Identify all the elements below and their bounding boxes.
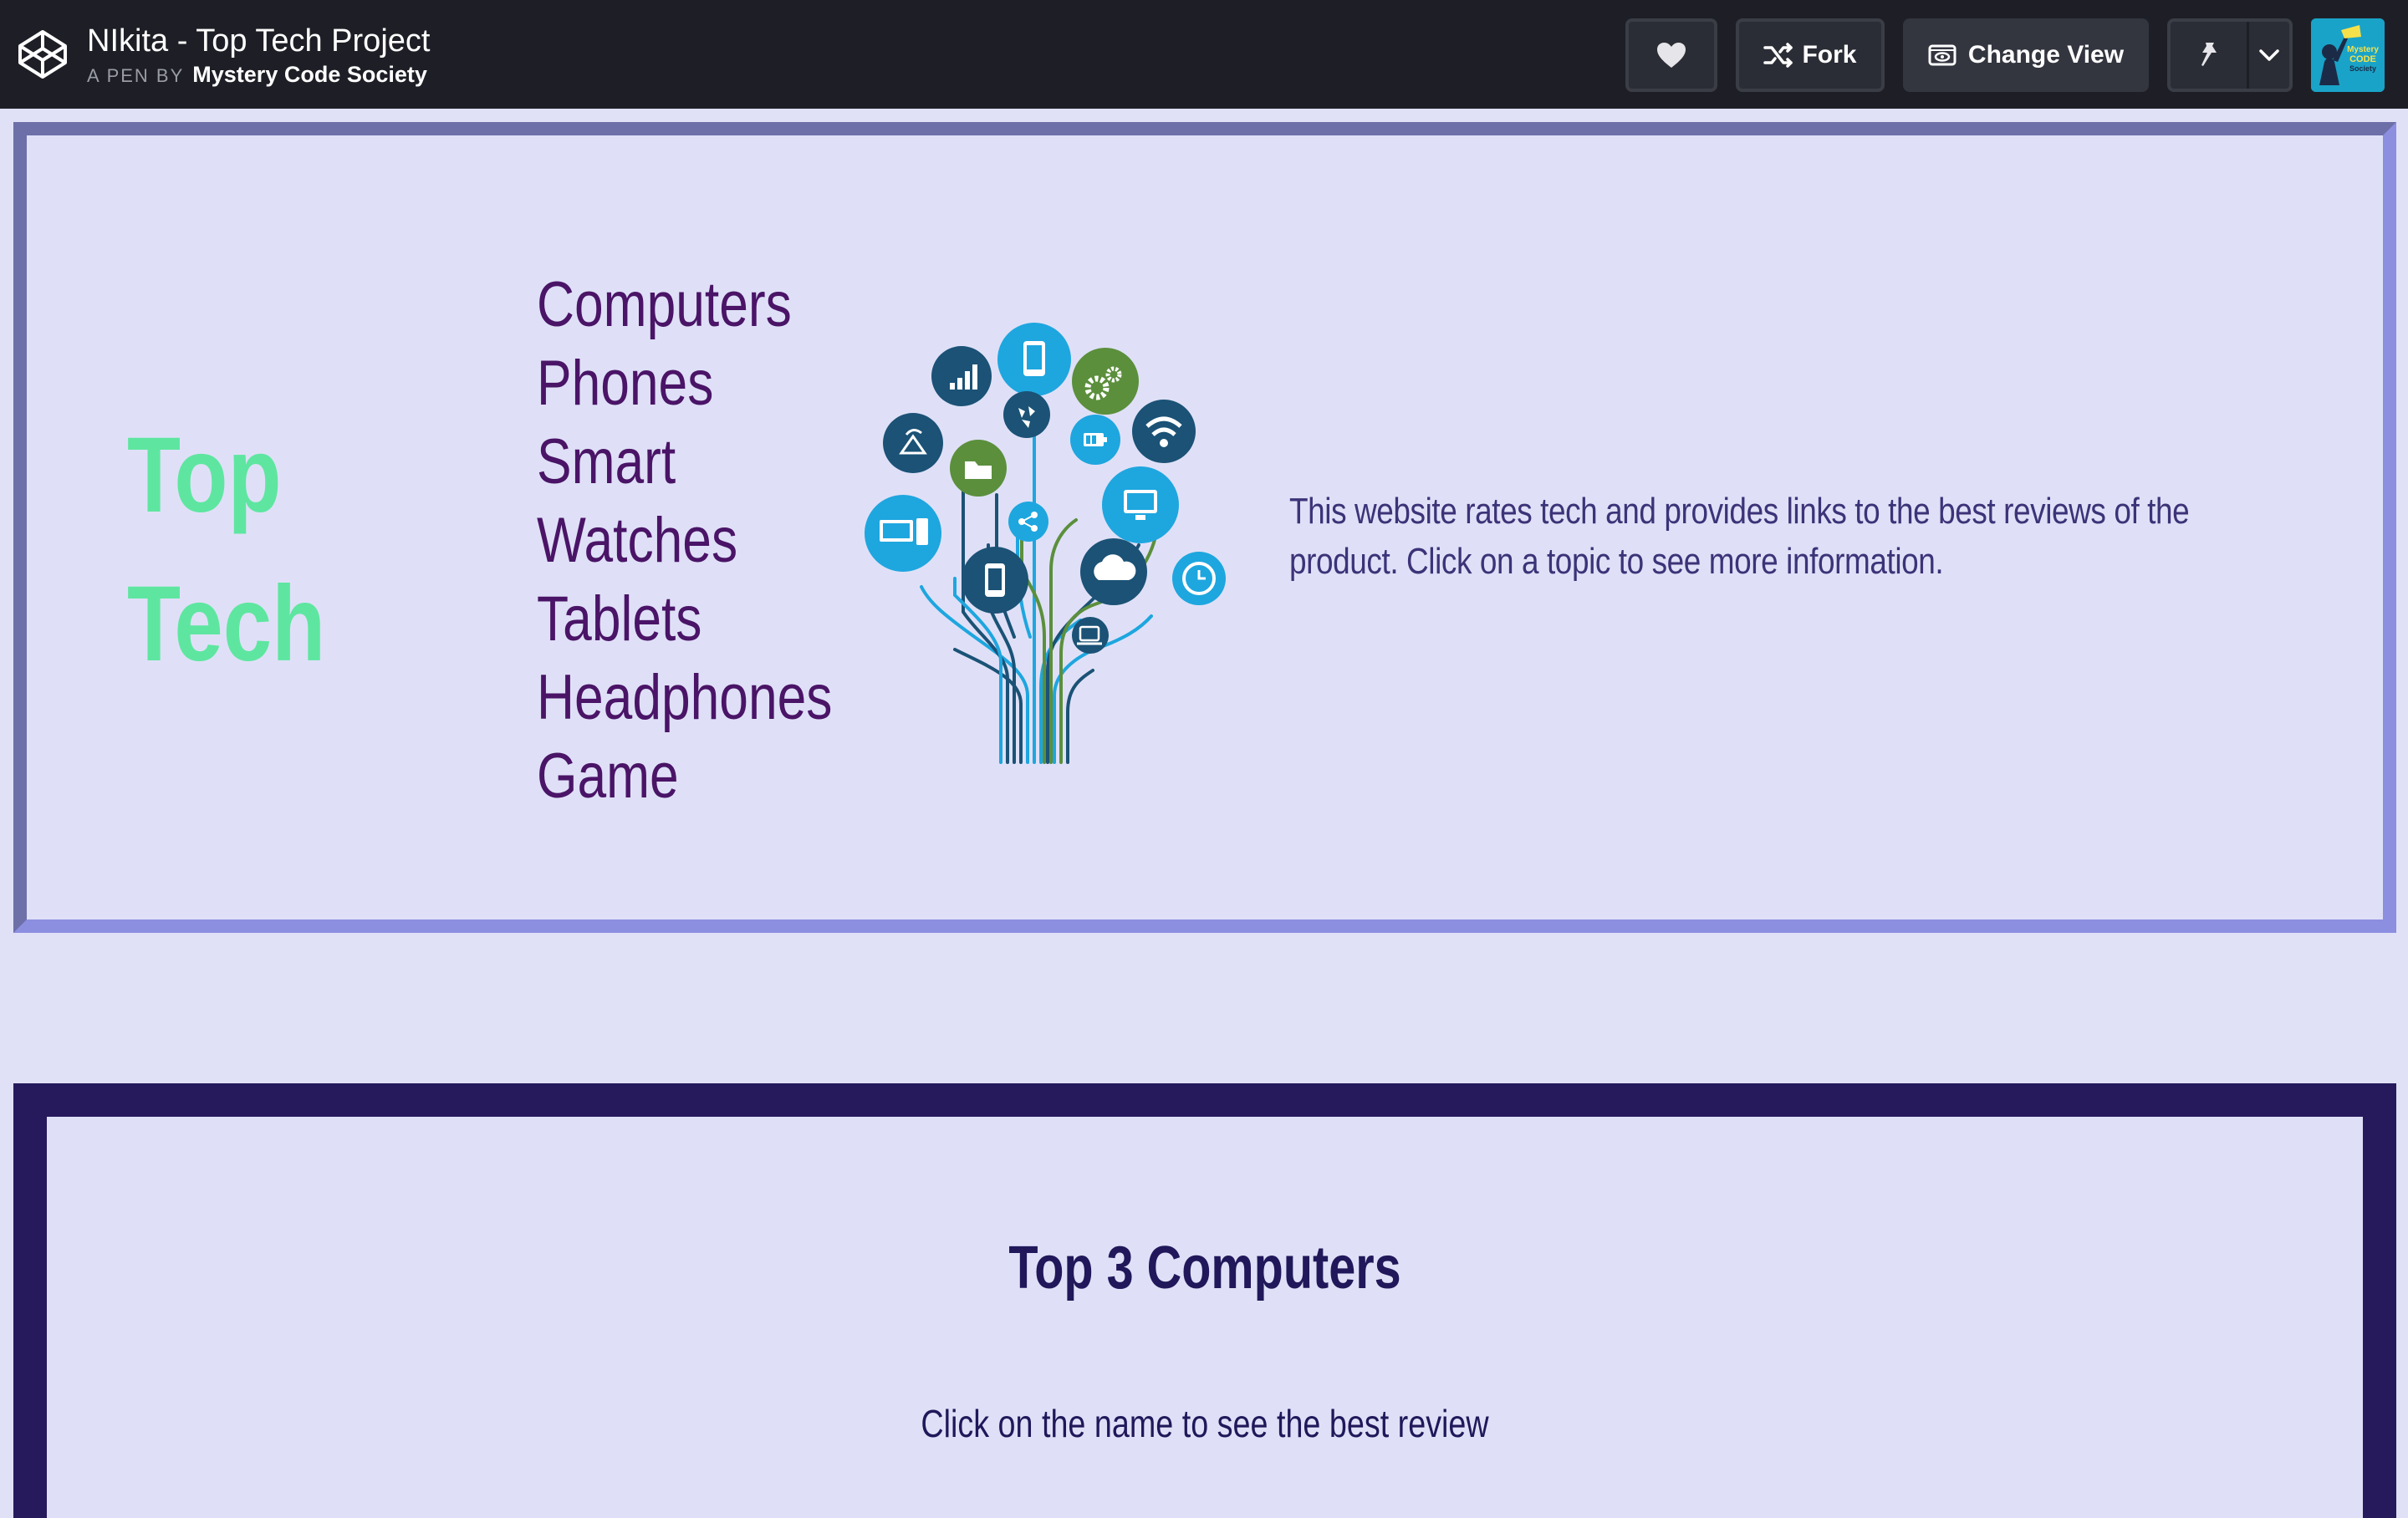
change-view-label: Change View [1967,41,2125,69]
hero-section: Top Tech Computers Phones Smart Watches … [13,122,2396,933]
brand-line-tech: Tech [127,564,326,684]
pin-button[interactable] [2171,22,2249,89]
avatar-text-2: CODE [2349,54,2376,64]
eye-window-icon [1928,44,1956,66]
computers-subtitle: Click on the name to see the best review [921,1402,1489,1445]
computers-panel: Top 3 Computers Click on the name to see… [47,1117,2363,1518]
pen-by-label: A PEN BY [87,64,185,86]
topic-nav: Computers Phones Smart Watches Tablets H… [537,266,897,816]
heart-button[interactable] [1625,18,1717,92]
codepen-header: NIkita - Top Tech Project A PEN BY Myste… [0,0,2408,109]
brand-line-top: Top [127,415,282,535]
chevron-down-icon [2259,49,2279,61]
pen-title-block: NIkita - Top Tech Project A PEN BY Myste… [87,22,430,88]
tech-tree-illustration [865,323,1226,764]
pen-title[interactable]: NIkita - Top Tech Project [87,22,430,60]
pin-button-group [2167,18,2293,92]
intro-text: This website rates tech and provides lin… [1289,491,2190,582]
user-avatar[interactable]: Mystery CODE Society [2311,18,2385,92]
header-actions: Fork Change View Mystery CODE Society [1625,18,2385,92]
fork-icon [1763,43,1793,68]
fork-button[interactable]: Fork [1736,18,1885,92]
nav-item-phones[interactable]: Phones [537,344,832,423]
pen-byline: A PEN BY Mystery Code Society [87,62,430,88]
nav-item-tablets[interactable]: Tablets [537,580,832,659]
codepen-logo-icon[interactable] [15,27,70,82]
avatar-text-3: Society [2349,64,2376,73]
nav-item-game[interactable]: Game [537,737,832,816]
nav-item-headphones[interactable]: Headphones [537,659,832,737]
nav-item-smart[interactable]: Smart [537,423,832,502]
pin-dropdown-button[interactable] [2249,22,2289,89]
fork-label: Fork [1802,41,1857,69]
avatar-text-1: Mystery [2347,45,2379,54]
site-brand: Top Tech [127,401,325,699]
change-view-button[interactable]: Change View [1903,18,2149,92]
nav-item-watches[interactable]: Watches [537,502,832,580]
computers-title: Top 3 Computers [1008,1235,1401,1302]
pen-author-link[interactable]: Mystery Code Society [192,62,427,88]
nav-item-computers[interactable]: Computers [537,266,832,344]
computers-section: Top 3 Computers Click on the name to see… [13,1083,2396,1518]
pin-icon [2201,43,2217,66]
heart-icon [1657,43,1686,68]
